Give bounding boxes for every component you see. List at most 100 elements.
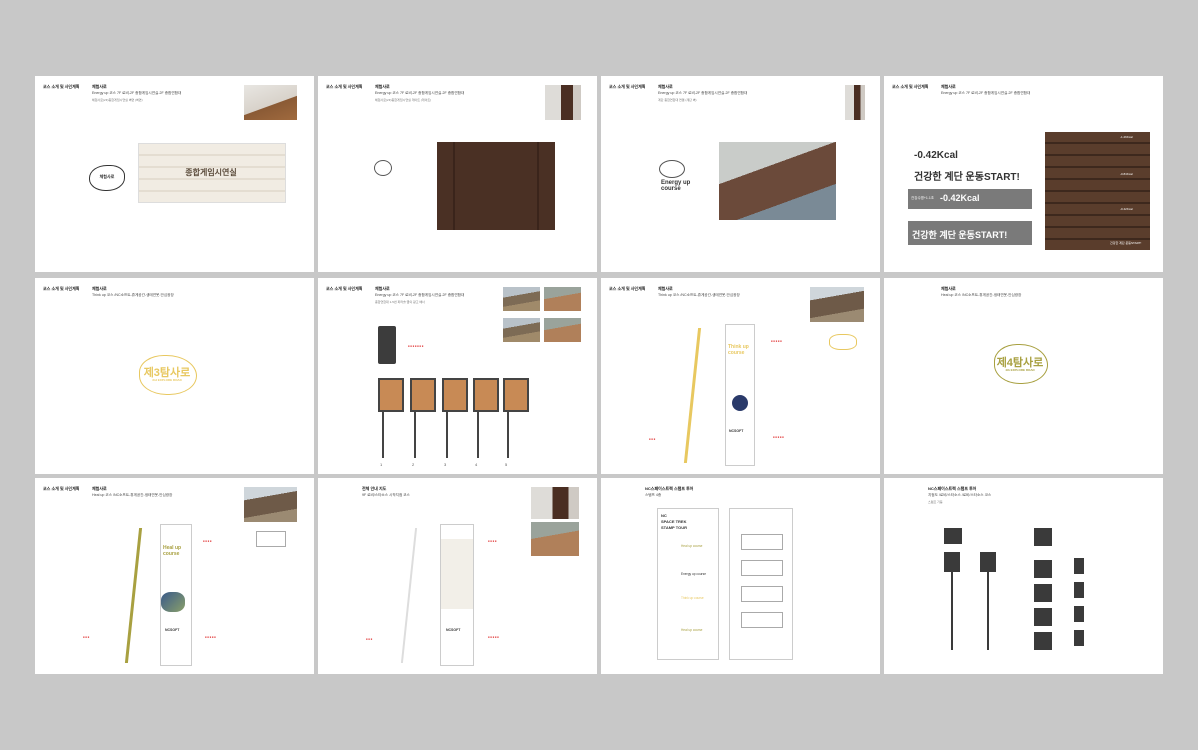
stamp-post-pole-2: [987, 572, 989, 650]
section-label: 코스 소개 및 사인계획: [43, 486, 80, 491]
slide-title: 체험사로: [658, 84, 673, 89]
slide-subtitle: Heal up 코스 /NC소프트-휴게공간-생태연못-안심광장: [941, 293, 1022, 297]
start-bar-text: 건강한 계단 운동START!: [912, 230, 1008, 240]
spec-notes: ■ ■ ■ ■ ■: [488, 636, 499, 639]
brand-mark: NCSOFT: [729, 429, 744, 433]
slide-10[interactable]: 전체 안내 지도 9F 로비/스타소스 시작지점 코스 NCSOFT ■ ■ ■…: [318, 478, 597, 674]
logo-line2: course: [661, 186, 681, 192]
slide-title: NC스페이스트렉 스탬프 투어: [645, 486, 694, 491]
section-label: 코스 소개 및 사인계획: [326, 286, 363, 291]
card-title-2: SPACE TREK: [661, 519, 687, 524]
logo-badge: [374, 160, 392, 176]
slide-note: 체험사로(2F)종합게임시연실 벽면 (벽면): [92, 98, 143, 102]
stamp-box-2: [741, 560, 783, 576]
spec-notes: ■ ■ ■ ■ ■ ■ ■: [408, 345, 424, 348]
logo-sub: 3rd EXPLORE ROAD: [152, 378, 182, 382]
spec-notes: ■ ■ ■ ■ ■: [773, 436, 784, 439]
stand-number: 3: [444, 462, 447, 467]
stamp-variant-2: [1034, 560, 1052, 578]
stair-label-4: 건강한 계단 운동START!: [1110, 241, 1142, 245]
stamp-post-pole-1: [951, 572, 953, 650]
stamp-side-2: [1074, 582, 1084, 598]
banner-preview: [378, 326, 396, 364]
slide-8[interactable]: 체험사로 Heal up 코스 /NC소프트-휴게공간-생태연못-안심광장 제4…: [884, 278, 1163, 474]
site-photo-1: [531, 487, 579, 519]
slide-subtitle: 9F 로비/스타소스 시작지점 코스: [362, 493, 410, 497]
stair-photo: [719, 142, 836, 220]
stamp-side-4: [1074, 630, 1084, 646]
site-photo-3: [503, 318, 540, 342]
slide-note: 체험사로(2F)종합게임시연실 게이트 (게이트): [375, 98, 432, 102]
slide-subtitle: Energy up 코스 7F 로비-2F 종합게임시연실-2F 종합연합대: [375, 293, 465, 297]
sign-subtitle: course: [728, 350, 745, 356]
site-photo: [545, 85, 581, 120]
slide-title: 체험사로: [92, 486, 107, 491]
slide-title: 체험사로: [941, 84, 956, 89]
slide-subtitle: 스탬프 4종: [645, 493, 662, 497]
stamp-card-back: [729, 508, 793, 660]
slide-1[interactable]: 코스 소개 및 사인계획 체험사로 Energy up 코스 7F 로비-2F …: [35, 76, 314, 272]
stamp-variant-1: [1034, 528, 1052, 546]
slide-3[interactable]: 코스 소개 및 사인계획 체험사로 Energy up 코스 7F 로비-2F …: [601, 76, 880, 272]
card-title-3: STAMP TOUR: [661, 525, 688, 530]
section-label: 코스 소개 및 사인계획: [43, 84, 80, 89]
stand-pole-1: [382, 412, 384, 458]
site-photo: [810, 287, 864, 322]
course-label-3: Think up course: [681, 596, 704, 600]
stamp-variant-4: [1034, 608, 1052, 626]
slide-title: 체험사로: [92, 84, 107, 89]
section-label: 코스 소개 및 사인계획: [892, 84, 929, 89]
slide-5[interactable]: 코스 소개 및 사인계획 체험사로 Think up 코스 /NC소프트-휴게공…: [35, 278, 314, 474]
slide-subtitle: Think up 코스 /NC소프트-휴게공간-생태연못-안심광장: [92, 293, 174, 297]
stand-number: 5: [505, 462, 508, 467]
stamp-box-4: [741, 612, 783, 628]
kcal-bar-label: 건강수명+1.1초: [911, 196, 935, 200]
course-label-4: Heal up course: [681, 628, 703, 632]
banner-stand-2: [410, 378, 436, 412]
stand-pole-4: [477, 412, 479, 458]
logo-sub: 4th EXPLORE ROAD: [1005, 368, 1035, 372]
slide-7[interactable]: 코스 소개 및 사인계획 체험사로 Think up 코스 /NC소프트-휴게공…: [601, 278, 880, 474]
slide-2[interactable]: 코스 소개 및 사인계획 체험사로 Energy up 코스 7F 로비-2F …: [318, 76, 597, 272]
stamp-box-1: [741, 534, 783, 550]
logo-text: 체험사로: [99, 174, 115, 179]
section-label: 코스 소개 및 사인계획: [609, 286, 646, 291]
site-photo-2: [531, 522, 579, 556]
wood-gate: [437, 142, 555, 230]
site-photo: [845, 85, 865, 120]
slide-subtitle: Energy up 코스 7F 로비-2F 종합게임시연실-2F 종합연합대: [941, 91, 1031, 95]
sign-subtitle: course: [163, 551, 180, 557]
slide-subtitle: Heal up 코스 /NC소프트-휴게공간-생태연못-안심광장: [92, 493, 173, 497]
section-label: 코스 소개 및 사인계획: [43, 286, 80, 291]
stamp-box-3: [741, 586, 783, 602]
course-label-2: Energy up course: [681, 572, 706, 576]
slide-subtitle: Energy up 코스 7F 로비-2F 종합게임시연실-2F 종합연합대: [375, 91, 465, 95]
slide-11[interactable]: NC스페이스트렉 스탬프 투어 스탬프 4종 NC SPACE TREK STA…: [601, 478, 880, 674]
spec-notes: ■ ■ ■ ■ ■: [205, 636, 216, 639]
stamp-card-front: [657, 508, 719, 660]
wall-sign-text: 종합게임시연실: [185, 168, 237, 177]
slide-9[interactable]: 코스 소개 및 사인계획 체험사로 Heal up 코스 /NC소프트-휴게공간…: [35, 478, 314, 674]
kcal-heading: -0.42Kcal: [914, 150, 958, 161]
site-photo-4: [544, 318, 581, 342]
slide-12[interactable]: NC스페이스트렉 스탬프 투어 지점도 /로비/스타소스 /로비/스타소스 코스…: [884, 478, 1163, 674]
slide-4[interactable]: 코스 소개 및 사인계획 체험사로 Energy up 코스 7F 로비-2F …: [884, 76, 1163, 272]
stair-riser-board: [1045, 132, 1150, 250]
sign-side-profile: [124, 528, 143, 663]
spec-notes: ■ ■ ■ ■: [203, 540, 212, 543]
slide-subtitle: 지점도 /로비/스타소스 /로비/스타소스 코스: [928, 493, 992, 497]
stamp-variant-3: [1034, 584, 1052, 602]
character-illustration: [161, 592, 185, 612]
slide-title: 체험사로: [941, 286, 956, 291]
site-photo-1: [503, 287, 540, 311]
avatar-illustration: [732, 395, 748, 411]
stand-number: 4: [475, 462, 478, 467]
stair-label-1: -1.26Kcal: [1120, 135, 1133, 139]
slide-6[interactable]: 코스 소개 및 사인계획 체험사로 Energy up 코스 7F 로비-2F …: [318, 278, 597, 474]
stair-label-2: -0.84Kcal: [1120, 172, 1133, 176]
course-label-1: Heal up course: [681, 544, 703, 548]
stand-number: 2: [412, 462, 415, 467]
brand-mark: NCSOFT: [165, 628, 180, 632]
site-photo: [244, 85, 297, 120]
slide-title: 체험사로: [375, 84, 390, 89]
